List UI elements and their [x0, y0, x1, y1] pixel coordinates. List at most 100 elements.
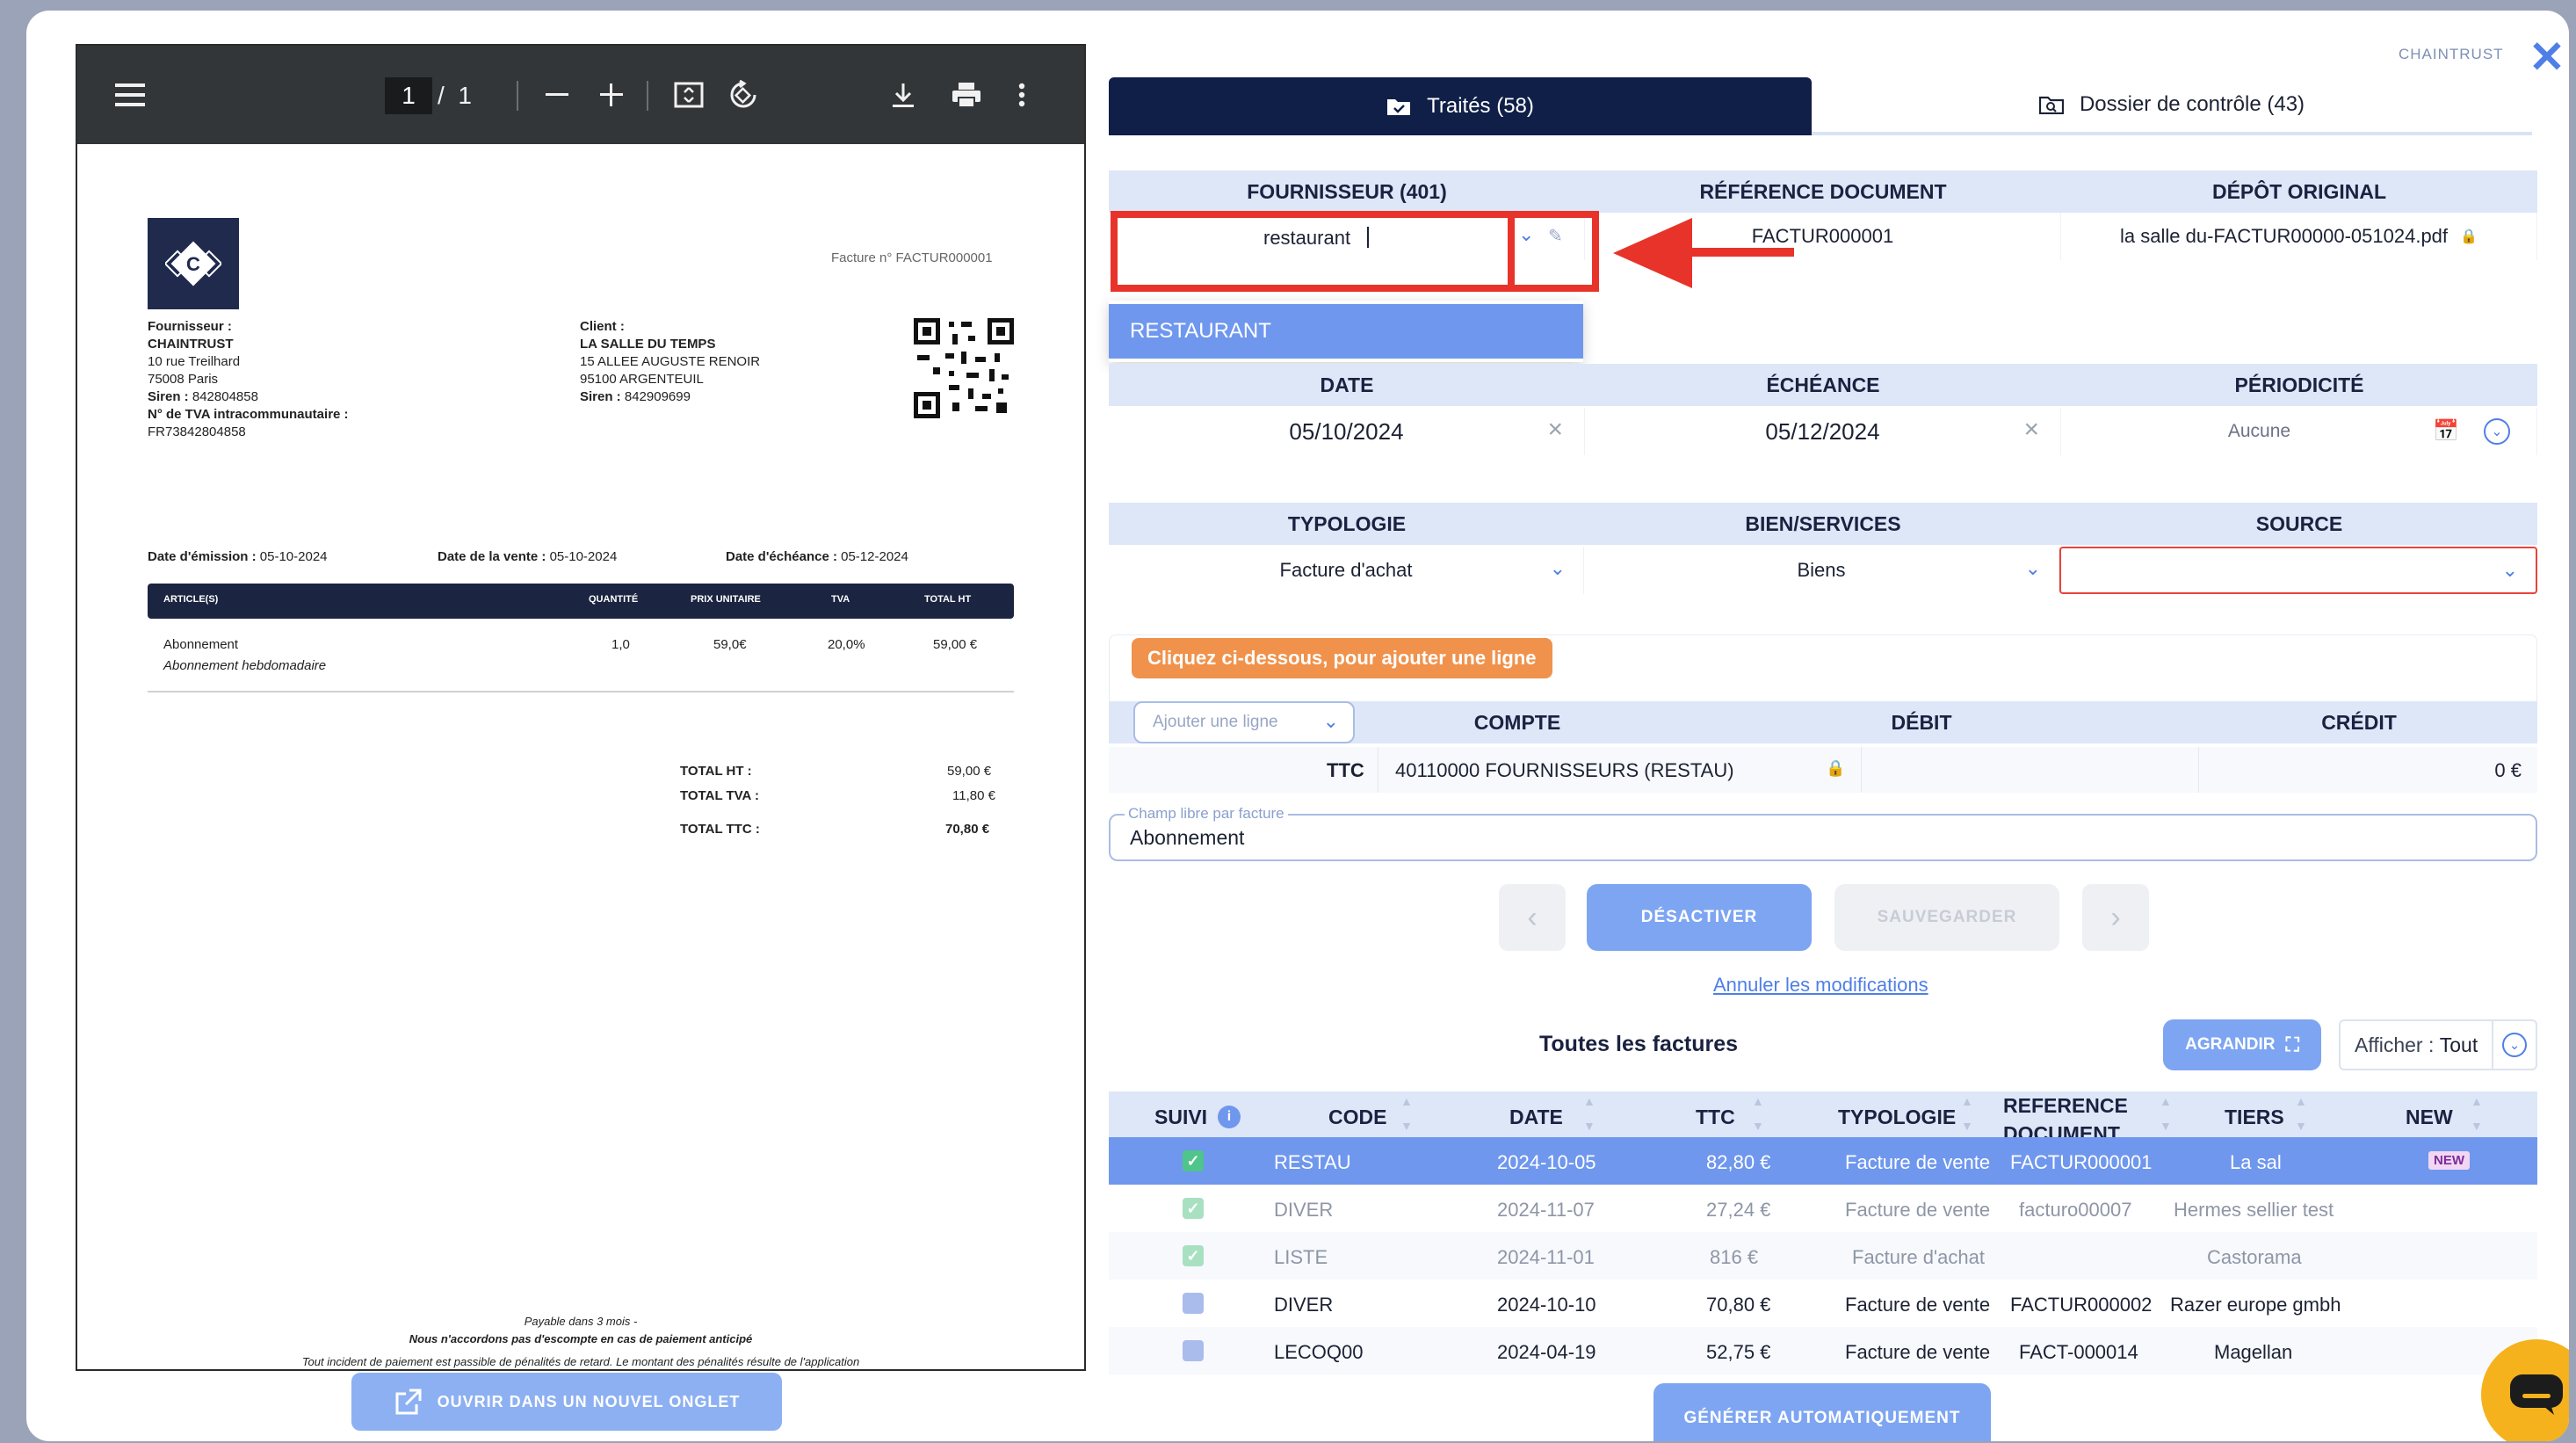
type-select[interactable]: Facture d'achat: [1280, 559, 1413, 582]
table-row[interactable]: LECOQ00 2024-04-19 52,75 € Facture de ve…: [1109, 1327, 2537, 1374]
row-type: Facture de vente: [1845, 1341, 1991, 1363]
supplier-vat-label: N° de TVA intracommunautaire :: [148, 407, 349, 422]
sort-icon[interactable]: ▲ ▼: [2471, 1095, 2483, 1132]
add-line-select[interactable]: Ajouter une ligne ⌄: [1133, 701, 1355, 743]
due-input[interactable]: 05/12/2024: [1765, 418, 1879, 446]
original-value[interactable]: la salle du-FACTUR00000-051024.pdf: [2120, 225, 2448, 248]
goods-select[interactable]: Biens: [1797, 559, 1845, 582]
info-icon[interactable]: i: [1218, 1106, 1241, 1128]
sort-icon[interactable]: ▲ ▼: [1752, 1095, 1764, 1132]
tab-processed[interactable]: Traités (58): [1109, 77, 1812, 135]
more-options-icon[interactable]: [1009, 77, 1035, 112]
cell-divider: [1861, 747, 1862, 793]
col-date[interactable]: DATE: [1509, 1106, 1563, 1129]
free-field[interactable]: [1109, 814, 2537, 861]
total-tva-label: TOTAL TVA :: [680, 788, 759, 803]
qr-code: [914, 318, 1014, 418]
checkbox-checked-icon[interactable]: ✓: [1183, 1245, 1204, 1266]
row-date: 2024-10-05: [1497, 1151, 1596, 1173]
zoom-in-icon[interactable]: [594, 77, 629, 112]
open-new-tab-button[interactable]: OUVRIR DANS UN NOUVEL ONGLET: [351, 1373, 782, 1431]
show-toggle[interactable]: ⌄: [2492, 1019, 2536, 1070]
goods-header: BIEN/SERVICES: [1745, 511, 1901, 535]
footer-line1: Payable dans 3 mois -: [524, 1315, 638, 1328]
sort-icon[interactable]: ▲ ▼: [1583, 1095, 1596, 1132]
checkbox-checked-icon[interactable]: ✓: [1183, 1150, 1204, 1171]
col-new[interactable]: NEW: [2406, 1106, 2453, 1129]
col-type[interactable]: TYPOLOGIE: [1838, 1106, 1956, 1129]
close-icon[interactable]: ✕: [2529, 35, 2565, 79]
col-ttc[interactable]: TTC: [1696, 1106, 1735, 1129]
docref-value[interactable]: FACTUR000001: [1752, 225, 1893, 248]
col-total-ht: TOTAL HT: [924, 594, 972, 605]
rotate-icon[interactable]: [726, 77, 761, 112]
col-unit-price: PRIX UNITAIRE: [691, 594, 761, 605]
col-code[interactable]: CODE: [1328, 1106, 1386, 1129]
cancel-changes-link[interactable]: Annuler les modifications: [1713, 974, 1928, 997]
supplier-address2: 75008 Paris: [148, 372, 219, 387]
chevron-circle-icon[interactable]: ⌄: [2484, 418, 2510, 445]
tab-control-folder[interactable]: Dossier de contrôle (43): [1812, 77, 2532, 135]
next-button[interactable]: ›: [2082, 884, 2149, 951]
clear-date-icon[interactable]: ×: [1547, 415, 1563, 445]
source-cell[interactable]: ⌄: [2059, 547, 2537, 594]
sort-icon[interactable]: ▲ ▼: [1400, 1095, 1413, 1132]
generate-auto-button[interactable]: GÉNÉRER AUTOMATIQUEMENT: [1653, 1383, 1991, 1441]
page-number-input[interactable]: 1: [385, 77, 432, 114]
period-value[interactable]: Aucune: [2228, 421, 2290, 442]
due-date-line: Date d'échéance : 05-12-2024: [726, 548, 908, 566]
row-date: 2024-11-01: [1497, 1246, 1595, 1268]
row-date: 2024-10-10: [1497, 1294, 1596, 1316]
row-code: LECOQ00: [1274, 1341, 1364, 1363]
checkbox-unchecked-icon[interactable]: [1183, 1293, 1204, 1314]
debit-header: DÉBIT: [1891, 710, 1952, 734]
line-account[interactable]: 40110000 FOURNISSEURS (RESTAU): [1395, 759, 1734, 782]
col-tiers[interactable]: TIERS: [2225, 1106, 2284, 1129]
fit-page-icon[interactable]: [671, 77, 706, 112]
table-row[interactable]: DIVER 2024-10-10 70,80 € Facture de vent…: [1109, 1280, 2537, 1327]
menu-icon[interactable]: [112, 77, 148, 112]
save-button[interactable]: SAUVEGARDER: [1834, 884, 2059, 951]
goods-cell[interactable]: Biens ⌄: [1584, 547, 2059, 594]
col-followup[interactable]: SUIVI: [1154, 1106, 1207, 1129]
table-row[interactable]: ✓ DIVER 2024-11-07 27,24 € Facture de ve…: [1109, 1185, 2537, 1232]
show-filter[interactable]: Afficher : Tout ⌄: [2339, 1019, 2537, 1070]
print-icon[interactable]: [947, 77, 986, 112]
client-siren: 842909699: [624, 389, 691, 404]
deactivate-button[interactable]: DÉSACTIVER: [1587, 884, 1812, 951]
enlarge-button[interactable]: AGRANDIR ⛶: [2163, 1019, 2321, 1070]
type-cell[interactable]: Facture d'achat ⌄: [1109, 547, 1584, 594]
dates-header-row: DATE ÉCHÉANCE PÉRIODICITÉ: [1109, 364, 2537, 406]
calendar-refresh-icon[interactable]: 📅: [2433, 418, 2459, 444]
previous-button[interactable]: ‹: [1499, 884, 1566, 951]
sort-icon[interactable]: ▲ ▼: [1961, 1095, 1973, 1132]
row-tiers: Castorama: [2207, 1246, 2302, 1268]
account-header: COMPTE: [1473, 710, 1561, 734]
date-input[interactable]: 05/10/2024: [1289, 418, 1403, 446]
dates-value-row: 05/10/2024 × 05/12/2024 × Aucune 📅 ⌄: [1109, 408, 2537, 455]
enlarge-label: AGRANDIR: [2185, 1035, 2276, 1054]
zoom-out-icon[interactable]: [539, 77, 575, 112]
checkbox-checked-icon[interactable]: ✓: [1183, 1198, 1204, 1219]
checkbox-unchecked-icon[interactable]: [1183, 1340, 1204, 1361]
row-ttc: 52,75 €: [1706, 1341, 1771, 1363]
source-header: SOURCE: [2255, 511, 2343, 535]
item-description: Abonnement hebdomadaire: [163, 658, 327, 673]
free-field-value[interactable]: Abonnement: [1130, 826, 1244, 850]
row-ref: FACT-000014: [2019, 1341, 2138, 1363]
line-credit[interactable]: 0 €: [2494, 759, 2522, 782]
col-articles: ARTICLE(S): [163, 594, 219, 605]
add-line-placeholder: Ajouter une ligne: [1153, 713, 1278, 731]
issue-date: 05-10-2024: [259, 549, 328, 564]
row-ttc: 82,80 €: [1706, 1151, 1771, 1173]
supplier-label: Fournisseur :: [148, 319, 232, 334]
table-row[interactable]: ✓ RESTAU 2024-10-05 82,80 € Facture de v…: [1109, 1137, 2537, 1185]
clear-due-icon[interactable]: ×: [2023, 415, 2039, 445]
dropdown-option-restaurant[interactable]: RESTAURANT: [1109, 304, 1583, 359]
table-row[interactable]: ✓ LISTE 2024-11-01 816 € Facture d'achat…: [1109, 1232, 2537, 1280]
supplier-name: CHAINTRUST: [148, 337, 234, 352]
download-icon[interactable]: [886, 77, 921, 112]
sort-icon[interactable]: ▲ ▼: [2160, 1095, 2172, 1132]
supplier-address1: 10 rue Treilhard: [148, 354, 241, 369]
sort-icon[interactable]: ▲ ▼: [2295, 1095, 2307, 1132]
